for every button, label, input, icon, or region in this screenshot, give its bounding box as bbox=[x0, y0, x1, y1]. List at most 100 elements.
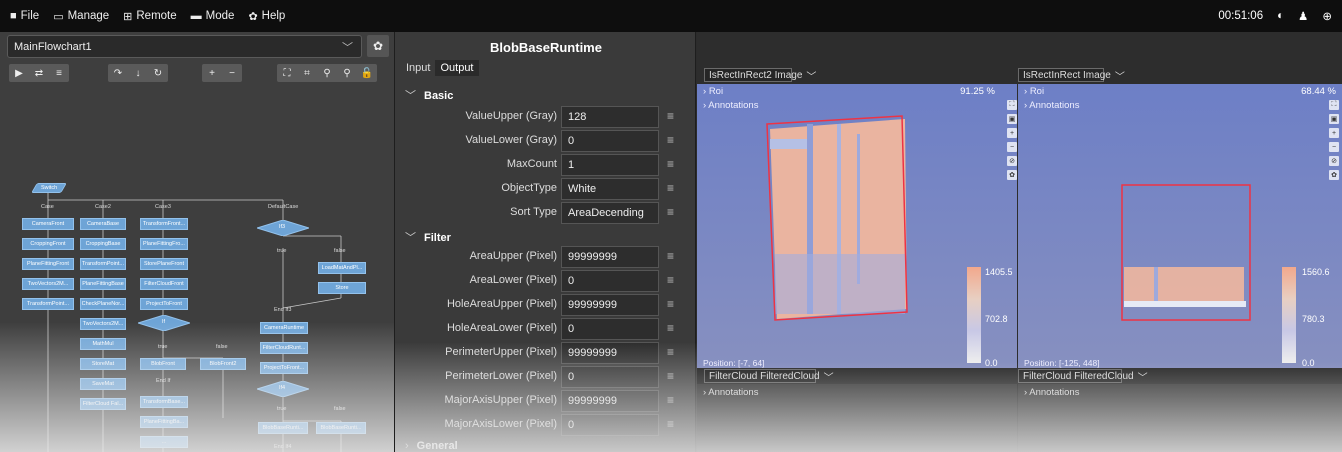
view2-lower-annotations[interactable]: › Annotations bbox=[1024, 387, 1079, 398]
reset-icon[interactable]: ↻ bbox=[148, 64, 168, 82]
remove-icon[interactable]: − bbox=[222, 64, 242, 82]
property-value[interactable]: AreaDecending bbox=[561, 202, 659, 224]
menu-remote[interactable]: ⊞ Remote bbox=[123, 10, 177, 23]
flow-node[interactable]: BlobFront bbox=[140, 358, 186, 370]
property-value[interactable]: 99999999 bbox=[561, 294, 659, 316]
menu-icon[interactable]: ≡ bbox=[667, 133, 674, 147]
flow-node[interactable]: SaveMat bbox=[80, 378, 126, 390]
add-icon[interactable]: + bbox=[202, 64, 222, 82]
property-value[interactable]: 0 bbox=[561, 130, 659, 152]
flow-node[interactable]: ... bbox=[140, 436, 188, 448]
flow-node[interactable]: StorePlaneFront bbox=[140, 258, 188, 270]
property-value[interactable]: 0 bbox=[561, 270, 659, 292]
flow-node[interactable]: BlobFront2 bbox=[200, 358, 246, 370]
menu-icon[interactable]: ≡ bbox=[667, 321, 674, 335]
flow-node[interactable]: CheckPlaneNor... bbox=[80, 298, 126, 310]
flow-node[interactable]: PlaneFittingBa... bbox=[140, 416, 188, 428]
flow-node[interactable]: PlaneFittingFro... bbox=[140, 238, 188, 250]
property-name: Sort Type bbox=[510, 206, 557, 218]
menu-icon[interactable]: ≡ bbox=[667, 249, 674, 263]
loop-icon[interactable]: ⇄ bbox=[29, 64, 49, 82]
center-icon[interactable]: ⌗ bbox=[297, 64, 317, 82]
flow-node[interactable]: BlobBaseRunti... bbox=[316, 422, 366, 434]
flowchart-settings-button[interactable]: ✿ bbox=[367, 35, 389, 57]
property-value[interactable]: 1 bbox=[561, 154, 659, 176]
view1-lower-select[interactable]: FilterCloud FilteredCloud ﹀ bbox=[704, 369, 834, 384]
menu-icon[interactable]: ≡ bbox=[667, 157, 674, 171]
menu-icon[interactable]: ≡ bbox=[667, 369, 674, 383]
view2-canvas[interactable]: › Roi › Annotations 68.44 % ⛶ ▣ + − ⊘ ✿ … bbox=[1018, 84, 1342, 368]
flow-node[interactable]: TwoVectors2M... bbox=[80, 318, 126, 330]
menu-icon[interactable]: ≡ bbox=[667, 417, 674, 431]
view1-canvas[interactable]: › Roi › Annotations 91.25 % ⛶ ▣ + − ⊘ ✿ … bbox=[697, 84, 1017, 368]
menu-help[interactable]: ✿ Help bbox=[248, 10, 285, 23]
flow-node[interactable]: PlaneFittingBase bbox=[80, 278, 126, 290]
flow-node[interactable]: ProjectToFront bbox=[140, 298, 188, 310]
property-value[interactable]: 0 bbox=[561, 366, 659, 388]
flowchart-canvas[interactable]: Switch Case Case2 Case3 DefaultCase Came… bbox=[0, 88, 394, 452]
flow-node[interactable]: MathMul bbox=[80, 338, 126, 350]
section-general[interactable]: › General bbox=[405, 440, 458, 452]
section-filter[interactable]: ﹀ Filter bbox=[405, 229, 451, 245]
section-basic[interactable]: ﹀ Basic bbox=[405, 87, 453, 103]
flow-node[interactable]: TransformFront... bbox=[140, 218, 188, 230]
flow-node[interactable]: TransformPoint... bbox=[80, 258, 126, 270]
flow-node[interactable]: CameraFront bbox=[22, 218, 74, 230]
property-value[interactable]: 99999999 bbox=[561, 246, 659, 268]
menu-icon[interactable]: ≡ bbox=[667, 181, 674, 195]
property-value[interactable]: 0 bbox=[561, 414, 659, 436]
property-value[interactable]: White bbox=[561, 178, 659, 200]
view1-lower-canvas[interactable]: › Annotations bbox=[697, 384, 1017, 452]
flow-node[interactable]: TransformBase... bbox=[140, 396, 188, 408]
stop-icon[interactable]: ≡ bbox=[49, 64, 69, 82]
menu-icon[interactable]: ≡ bbox=[667, 205, 674, 219]
flow-node[interactable]: CroppingFront bbox=[22, 238, 74, 250]
view2-lower-select[interactable]: FilterCloud FilteredCloud ﹀ bbox=[1018, 369, 1148, 384]
view1-image-select[interactable]: IsRectInRect2 Image ﹀ bbox=[704, 68, 816, 83]
menu-icon[interactable]: ≡ bbox=[667, 297, 674, 311]
flow-node[interactable]: ProjectToFront... bbox=[260, 362, 308, 374]
menu-icon[interactable]: ≡ bbox=[667, 345, 674, 359]
flow-node[interactable]: StoreMat bbox=[80, 358, 126, 370]
lock-icon[interactable]: 🔓 bbox=[357, 64, 377, 82]
zoom-out-icon[interactable]: ⚲ bbox=[337, 64, 357, 82]
flowchart-select[interactable]: MainFlowchart1 ﹀ bbox=[7, 35, 362, 58]
play-icon[interactable]: ▶ bbox=[9, 64, 29, 82]
step-into-icon[interactable]: ↓ bbox=[128, 64, 148, 82]
flow-node[interactable]: LoadMatAndPl... bbox=[318, 262, 366, 274]
tab-input[interactable]: Input bbox=[401, 60, 435, 76]
flow-node[interactable]: CroppingBase bbox=[80, 238, 126, 250]
contrast-icon[interactable]: ◐ bbox=[1277, 10, 1284, 22]
flow-node[interactable]: Store bbox=[318, 282, 366, 294]
property-value[interactable]: 0 bbox=[561, 318, 659, 340]
flow-node[interactable]: FilterCloud Fal... bbox=[80, 398, 126, 410]
fit-icon[interactable]: ⛶ bbox=[277, 64, 297, 82]
flow-node[interactable]: TransformPoint... bbox=[22, 298, 74, 310]
true-label: true bbox=[277, 406, 287, 412]
menu-icon[interactable]: ≡ bbox=[667, 109, 674, 123]
property-value[interactable]: 99999999 bbox=[561, 342, 659, 364]
step-over-icon[interactable]: ↷ bbox=[108, 64, 128, 82]
flow-node[interactable]: FilterCloudRunt... bbox=[260, 342, 308, 354]
menu-manage[interactable]: ▭ Manage bbox=[53, 10, 109, 23]
flow-node[interactable]: PlaneFittingFront bbox=[22, 258, 74, 270]
zoom-in-icon[interactable]: ⚲ bbox=[317, 64, 337, 82]
user-icon[interactable]: ♟ bbox=[1298, 9, 1308, 23]
view2-image-select[interactable]: IsRectInRect Image ﹀ bbox=[1018, 68, 1125, 83]
menu-mode[interactable]: ▬ Mode bbox=[191, 10, 235, 22]
flow-node[interactable]: CameraBase bbox=[80, 218, 126, 230]
menu-icon[interactable]: ≡ bbox=[667, 393, 674, 407]
flow-node[interactable]: BlobBaseRunti... bbox=[258, 422, 308, 434]
view1-lower-annotations[interactable]: › Annotations bbox=[703, 387, 758, 398]
menu-icon[interactable]: ≡ bbox=[667, 273, 674, 287]
menu-file[interactable]: ■ File bbox=[10, 10, 39, 22]
flow-node[interactable]: FilterCloudFront bbox=[140, 278, 188, 290]
switch-node[interactable]: Switch bbox=[31, 183, 67, 193]
tab-output[interactable]: Output bbox=[435, 60, 479, 76]
property-value[interactable]: 128 bbox=[561, 106, 659, 128]
flow-node[interactable]: TwoVectors2M... bbox=[22, 278, 74, 290]
flow-node[interactable]: CameraRuntime bbox=[260, 322, 308, 334]
globe-icon[interactable]: ⊕ bbox=[1322, 9, 1332, 23]
property-value[interactable]: 99999999 bbox=[561, 390, 659, 412]
view2-lower-canvas[interactable]: › Annotations bbox=[1018, 384, 1342, 452]
